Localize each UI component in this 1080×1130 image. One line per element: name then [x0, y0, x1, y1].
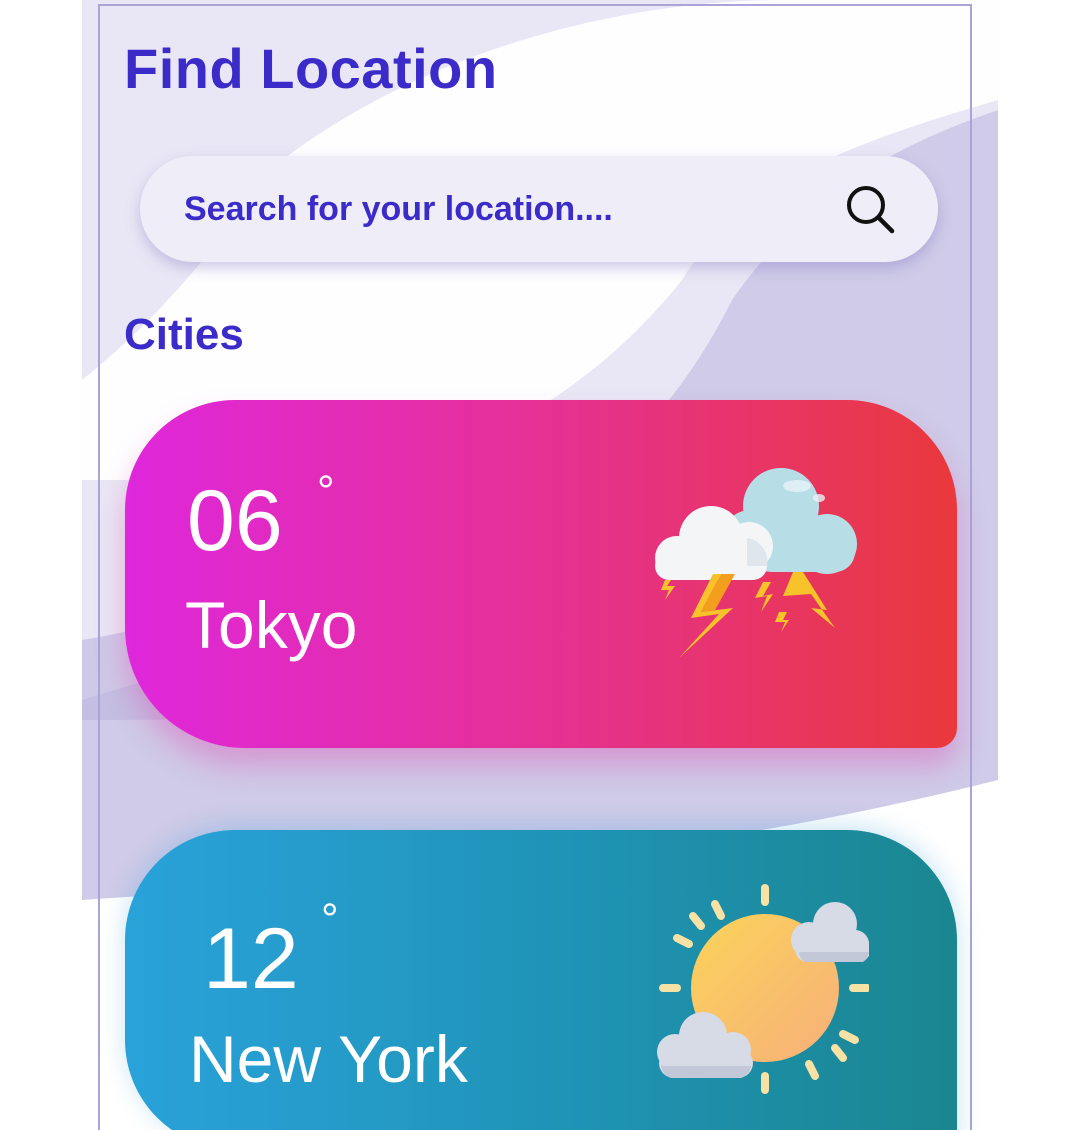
degree-symbol: ° — [321, 895, 339, 944]
search-input[interactable] — [184, 189, 842, 229]
thunderstorm-icon — [655, 468, 857, 658]
city-card-tokyo[interactable]: 06 ° Tokyo — [125, 400, 957, 748]
cities-section-title: Cities — [124, 310, 244, 359]
page-title: Find Location — [124, 37, 498, 100]
city-name: Tokyo — [185, 588, 358, 662]
search-icon[interactable] — [842, 181, 898, 237]
temperature-value: 12 — [203, 911, 299, 1007]
city-name: New York — [189, 1022, 468, 1096]
app-screen: Find Location Cities 06 ° Tokyo — [82, 0, 998, 1130]
search-bar[interactable] — [140, 156, 938, 262]
temperature-value: 06 — [187, 473, 283, 569]
degree-symbol: ° — [317, 467, 335, 516]
city-card-new-york[interactable]: 12 ° New York — [125, 830, 957, 1130]
partly-sunny-icon — [657, 884, 869, 1094]
